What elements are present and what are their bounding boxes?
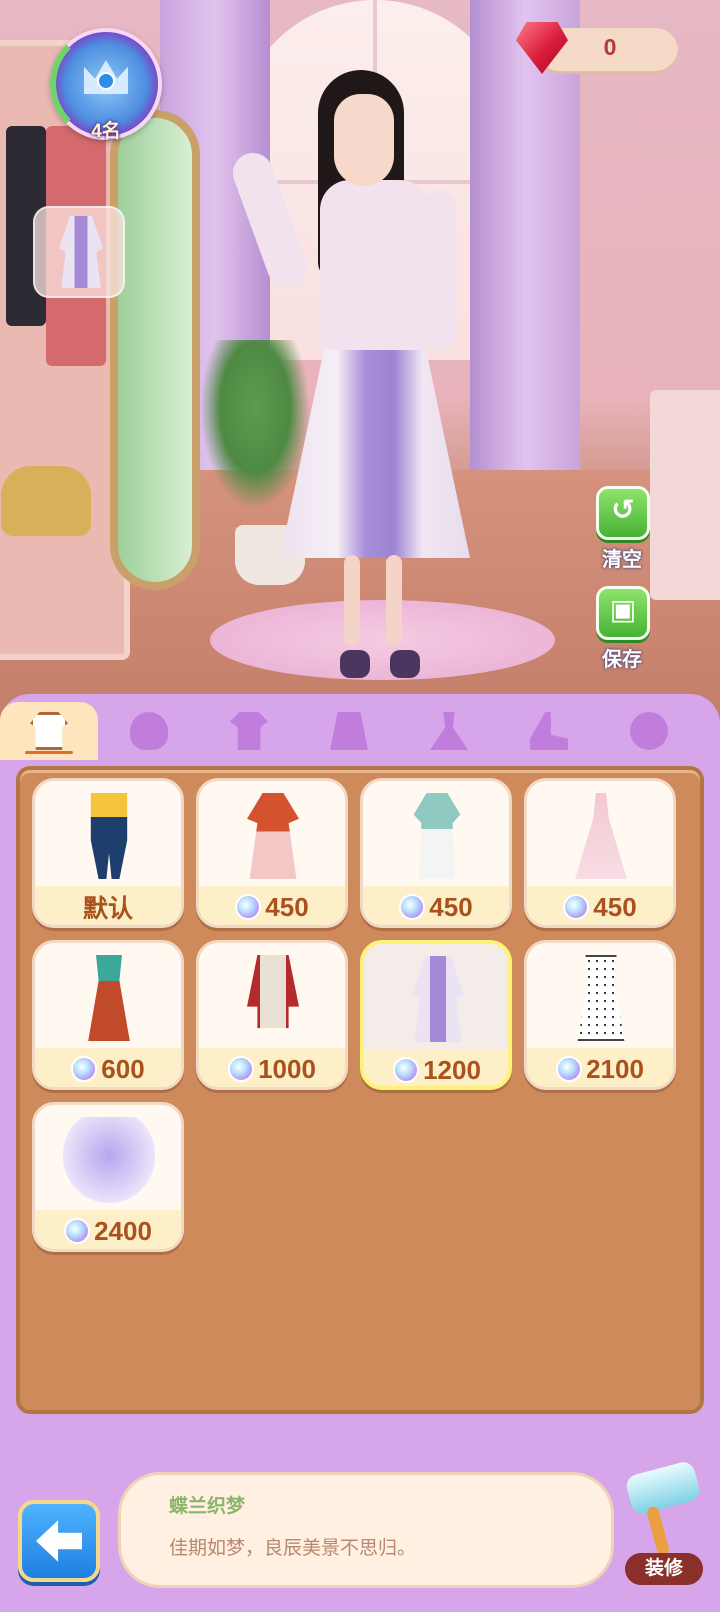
- item-description: 佳期如梦，良辰美景不思归。: [169, 1538, 417, 1559]
- tab-top[interactable]: [200, 702, 298, 760]
- outfit-coin-icon: [235, 894, 262, 920]
- item-card[interactable]: 450: [524, 778, 676, 928]
- hair-icon: [130, 712, 168, 750]
- tab-skirt[interactable]: [300, 702, 398, 760]
- polka-dot-dress-icon: [577, 955, 625, 1041]
- item-thumbnail: [363, 781, 509, 886]
- crown-jewel-icon: [97, 72, 115, 90]
- item-price: 2100: [586, 1053, 644, 1084]
- item-thumbnail: [35, 781, 181, 886]
- high-heel-icon: [530, 712, 568, 750]
- character-avatar[interactable]: [227, 60, 490, 680]
- item-card[interactable]: 2100: [524, 940, 676, 1090]
- roller-handle: [645, 1505, 671, 1557]
- character-left-arm: [227, 147, 313, 293]
- qipao-top-skirt-icon: [413, 793, 461, 879]
- clear-label: 清空: [602, 549, 642, 571]
- item-price-bar: 1200: [364, 1049, 508, 1086]
- robe-outfit-icon: [247, 955, 299, 1029]
- fairy-wing-gown-icon: [63, 1117, 155, 1203]
- item-price: 1200: [423, 1054, 481, 1085]
- item-price-bar: 450: [363, 886, 509, 925]
- item-label-bar: 默认: [35, 886, 181, 925]
- rank-badge[interactable]: 4名: [50, 28, 162, 142]
- item-card[interactable]: 默认: [32, 778, 184, 928]
- dresser: [650, 390, 720, 600]
- save-label: 保存: [602, 649, 642, 671]
- item-grid: 默认 450 450 450 600 1000 1200 2100 2400: [16, 766, 704, 1414]
- red-dress-icon: [247, 793, 299, 879]
- item-price-bar: 450: [199, 886, 345, 925]
- item-price-bar: 1000: [199, 1048, 345, 1087]
- outfit-coin-icon: [228, 1056, 255, 1082]
- item-price: 450: [265, 891, 309, 922]
- item-default-label: 默认: [82, 895, 133, 923]
- category-tabs: [0, 694, 720, 764]
- item-card[interactable]: 450: [196, 778, 348, 928]
- current-outfit-icon: [59, 216, 103, 288]
- character-shoe-left: [340, 650, 370, 678]
- ethnic-costume-icon: [88, 955, 130, 1041]
- tab-dress[interactable]: [400, 702, 498, 760]
- item-thumbnail: [527, 943, 673, 1048]
- item-card[interactable]: 450: [360, 778, 512, 928]
- dress-icon: [430, 712, 468, 750]
- tab-accessory[interactable]: [600, 702, 698, 760]
- tab-outfit-set[interactable]: [0, 702, 98, 760]
- outfit-coin-icon: [563, 894, 590, 920]
- back-arrow-icon: [36, 1520, 82, 1562]
- character-top: [320, 180, 430, 350]
- current-outfit-thumbnail[interactable]: [33, 206, 125, 298]
- item-thumbnail: [527, 781, 673, 886]
- outfit-coin-icon: [71, 1056, 98, 1082]
- item-card[interactable]: 2400: [32, 1102, 184, 1252]
- item-thumbnail: [35, 1105, 181, 1210]
- skirt-icon: [330, 712, 368, 750]
- tab-shoes[interactable]: [500, 702, 598, 760]
- undo-arrow-icon: ↺: [611, 493, 635, 526]
- overalls-icon: [90, 793, 128, 879]
- item-thumbnail: [35, 943, 181, 1048]
- item-price: 1000: [258, 1053, 316, 1084]
- back-button[interactable]: [18, 1500, 100, 1582]
- item-price-bar: 600: [35, 1048, 181, 1087]
- gem-count: 0: [603, 34, 617, 60]
- item-description-box: 蝶兰织梦 佳期如梦，良辰美景不思归。: [118, 1472, 614, 1588]
- pink-gown-icon: [575, 793, 627, 879]
- tab-hair[interactable]: [100, 702, 198, 760]
- roller-head: [624, 1459, 702, 1517]
- top-icon: [230, 712, 268, 750]
- outfit-coin-icon: [64, 1218, 91, 1244]
- item-card[interactable]: 600: [32, 940, 184, 1090]
- rank-text: 4名: [91, 121, 121, 142]
- save-disk-icon: ▣: [609, 593, 637, 626]
- item-price-bar: 2400: [35, 1210, 181, 1249]
- item-price-bar: 2100: [527, 1048, 673, 1087]
- item-price: 450: [429, 891, 473, 922]
- item-thumbnail: [364, 944, 508, 1049]
- item-price: 600: [101, 1053, 145, 1084]
- item-thumbnail: [199, 781, 345, 886]
- item-name: 蝶兰织梦: [169, 1496, 246, 1517]
- character-shoe-right: [390, 650, 420, 678]
- lavender-hanfu-icon: [412, 956, 464, 1042]
- item-card-selected[interactable]: 1200: [360, 940, 512, 1090]
- save-button[interactable]: ▣: [596, 586, 650, 640]
- item-thumbnail: [199, 943, 345, 1048]
- item-price: 2400: [94, 1215, 152, 1246]
- outfit-coin-icon: [393, 1057, 420, 1083]
- outfit-coin-icon: [399, 894, 426, 920]
- outfit-coin-icon: [556, 1056, 583, 1082]
- accessory-icon: [630, 712, 668, 750]
- character-legs: [338, 555, 408, 650]
- item-card[interactable]: 1000: [196, 940, 348, 1090]
- decorate-button[interactable]: 装修: [625, 1553, 703, 1585]
- clear-button[interactable]: ↺: [596, 486, 650, 540]
- handbag: [1, 466, 91, 536]
- outfit-set-icon: [30, 712, 68, 750]
- character-face: [334, 94, 394, 186]
- standing-mirror: [110, 110, 200, 590]
- item-price-bar: 450: [527, 886, 673, 925]
- item-price: 450: [593, 891, 637, 922]
